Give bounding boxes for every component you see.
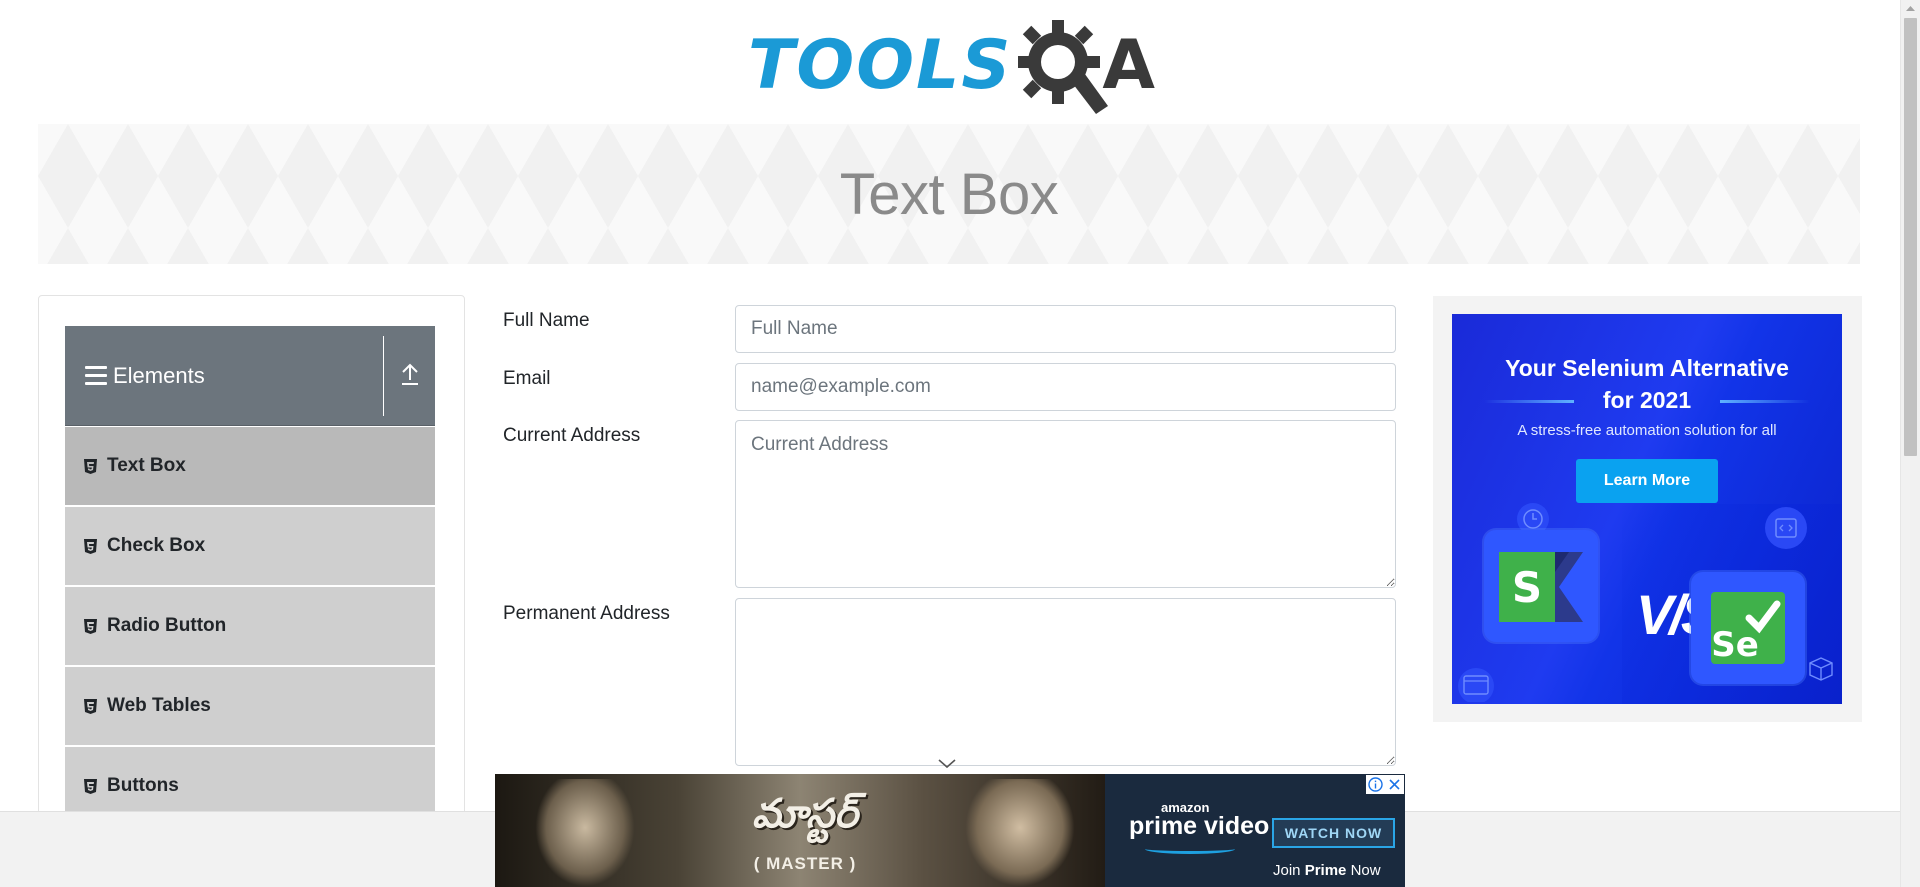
svg-text:Se: Se xyxy=(1711,625,1759,664)
full-name-label: Full Name xyxy=(503,310,590,331)
join-prime-text[interactable]: Join Prime Now xyxy=(1273,862,1381,879)
movie-ad-image: మాస్టర్ ( MASTER ) xyxy=(495,774,1105,887)
learn-more-button[interactable]: Learn More xyxy=(1576,459,1718,503)
collapse-arrow-icon[interactable] xyxy=(399,362,421,388)
left-sidebar: Elements Text Box Check Box Radio Button… xyxy=(38,295,465,887)
ad-title-line-1: Your Selenium Alternative xyxy=(1505,355,1789,381)
email-input[interactable] xyxy=(735,363,1396,411)
browser-icon xyxy=(1458,668,1494,702)
ad-close-icon[interactable] xyxy=(1385,775,1404,794)
svg-text:S: S xyxy=(1512,563,1542,612)
sidebar-item-radio-button[interactable]: Radio Button xyxy=(65,587,435,666)
watch-now-button[interactable]: WATCH NOW xyxy=(1272,818,1395,848)
page-scrollbar[interactable] xyxy=(1900,0,1920,887)
sidebar-item-label: Check Box xyxy=(107,535,206,556)
ad-logo-box-left: S xyxy=(1484,530,1598,642)
ad-logo-box-right: Se xyxy=(1691,572,1805,684)
toolsqa-logo[interactable]: TOOLS A xyxy=(748,18,1155,114)
gear-magnifier-icon xyxy=(1018,20,1109,114)
movie-subtitle: ( MASTER ) xyxy=(753,854,857,873)
scrollbar-thumb[interactable] xyxy=(1904,18,1917,456)
ad-decor-line xyxy=(1720,400,1810,403)
ad-subtitle: A stress-free automation solution for al… xyxy=(1517,422,1777,439)
hamburger-icon xyxy=(85,366,107,385)
katalon-logo-icon: S xyxy=(1499,552,1583,622)
movie-title: మాస్టర్ xyxy=(752,792,858,836)
amazon-smile-icon xyxy=(1145,844,1235,854)
current-address-label: Current Address xyxy=(503,425,641,446)
html5-icon xyxy=(83,458,97,474)
sidebar-item-text-box[interactable]: Text Box xyxy=(65,427,435,506)
html5-icon xyxy=(83,618,97,634)
sidebar-item-label: Text Box xyxy=(107,455,186,476)
logo-qa: A xyxy=(1018,18,1155,114)
logo-text-tools: TOOLS xyxy=(748,26,1013,105)
sidebar-item-label: Radio Button xyxy=(107,615,227,636)
right-advertisement[interactable]: Your Selenium Alternative for 2021 A str… xyxy=(1452,314,1842,704)
arrow-up-icon xyxy=(402,363,418,385)
html5-icon xyxy=(83,698,97,714)
sidebar-item-label: Web Tables xyxy=(107,695,211,716)
selenium-logo-icon: Se xyxy=(1711,592,1785,664)
code-icon xyxy=(1765,507,1807,549)
page-banner: Text Box xyxy=(38,124,1860,264)
divider xyxy=(383,336,384,416)
ad-face-left xyxy=(535,779,635,887)
cube-icon xyxy=(1809,657,1833,681)
page-title: Text Box xyxy=(839,161,1059,227)
full-name-input[interactable] xyxy=(735,305,1396,353)
page: TOOLS A Text Box Elements Text Box Check… xyxy=(0,0,1920,887)
sidebar-group-elements[interactable]: Elements xyxy=(65,326,435,426)
sidebar-item-web-tables[interactable]: Web Tables xyxy=(65,667,435,746)
current-address-textarea[interactable] xyxy=(735,420,1396,588)
email-label: Email xyxy=(503,368,551,389)
ad-face-right xyxy=(965,779,1075,887)
prime-video-label: prime video xyxy=(1129,812,1270,840)
ad-info-icon[interactable] xyxy=(1366,775,1385,794)
sidebar-item-check-box[interactable]: Check Box xyxy=(65,507,435,586)
sidebar-group-label: Elements xyxy=(113,362,205,388)
prime-video-panel: amazon prime video WATCH NOW Join Prime … xyxy=(1105,774,1405,887)
ad-controls xyxy=(1366,775,1404,794)
html5-icon xyxy=(83,778,97,794)
logo-text-a: A xyxy=(1102,26,1155,105)
permanent-address-label: Permanent Address xyxy=(503,603,670,624)
html5-icon xyxy=(83,538,97,554)
bottom-advertisement[interactable]: మాస్టర్ ( MASTER ) amazon prime video WA… xyxy=(495,774,1405,887)
permanent-address-textarea[interactable] xyxy=(735,598,1396,766)
sidebar-item-label: Buttons xyxy=(107,775,179,796)
ad-title: Your Selenium Alternative for 2021 xyxy=(1452,352,1842,416)
ad-decor-line xyxy=(1484,400,1574,403)
chevron-down-icon[interactable] xyxy=(937,758,957,770)
scroll-up-arrow-icon[interactable] xyxy=(1905,4,1916,12)
